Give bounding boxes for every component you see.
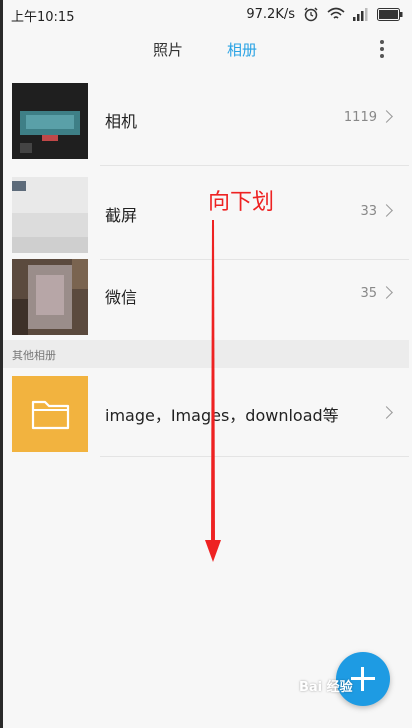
album-count: 1119 xyxy=(343,110,377,125)
chevron-right-icon xyxy=(380,204,393,217)
battery-icon xyxy=(377,7,403,21)
watermark: Bai 经验 xyxy=(299,680,353,695)
album-row-camera[interactable]: 相机 1119 xyxy=(3,72,409,166)
network-speed: 97.2K/s xyxy=(246,6,295,22)
album-name: 微信 xyxy=(105,288,138,307)
more-options-icon[interactable] xyxy=(379,40,385,60)
chevron-right-icon xyxy=(380,286,393,299)
status-bar: 上午10:15 97.2K/s xyxy=(3,0,409,28)
section-title: 其他相册 xyxy=(12,349,56,362)
album-count: 33 xyxy=(360,204,377,219)
folder-thumbnail xyxy=(12,376,88,452)
album-name: 截屏 xyxy=(105,206,138,225)
chevron-right-icon xyxy=(380,110,393,123)
gallery-screen: 上午10:15 97.2K/s 照片 相册 相机 1119 截屏 33 微信 3… xyxy=(3,0,409,728)
signal-icon xyxy=(353,8,368,21)
top-tabs: 照片 相册 xyxy=(3,28,409,72)
annotation-text: 向下划 xyxy=(208,190,275,215)
tab-albums[interactable]: 相册 xyxy=(227,39,257,60)
chevron-right-icon xyxy=(380,406,393,419)
folder-icon xyxy=(31,400,70,430)
album-name: 相机 xyxy=(105,112,138,131)
wifi-icon xyxy=(327,7,345,19)
status-right: 97.2K/s xyxy=(246,4,403,24)
album-thumbnail xyxy=(12,259,88,335)
divider xyxy=(100,456,409,457)
album-thumbnail xyxy=(12,177,88,253)
down-arrow-icon xyxy=(205,220,221,562)
alarm-icon xyxy=(304,7,318,22)
tab-photos[interactable]: 照片 xyxy=(153,39,183,60)
album-count: 35 xyxy=(360,286,377,301)
album-thumbnail xyxy=(12,83,88,159)
status-time: 上午10:15 xyxy=(11,10,75,25)
